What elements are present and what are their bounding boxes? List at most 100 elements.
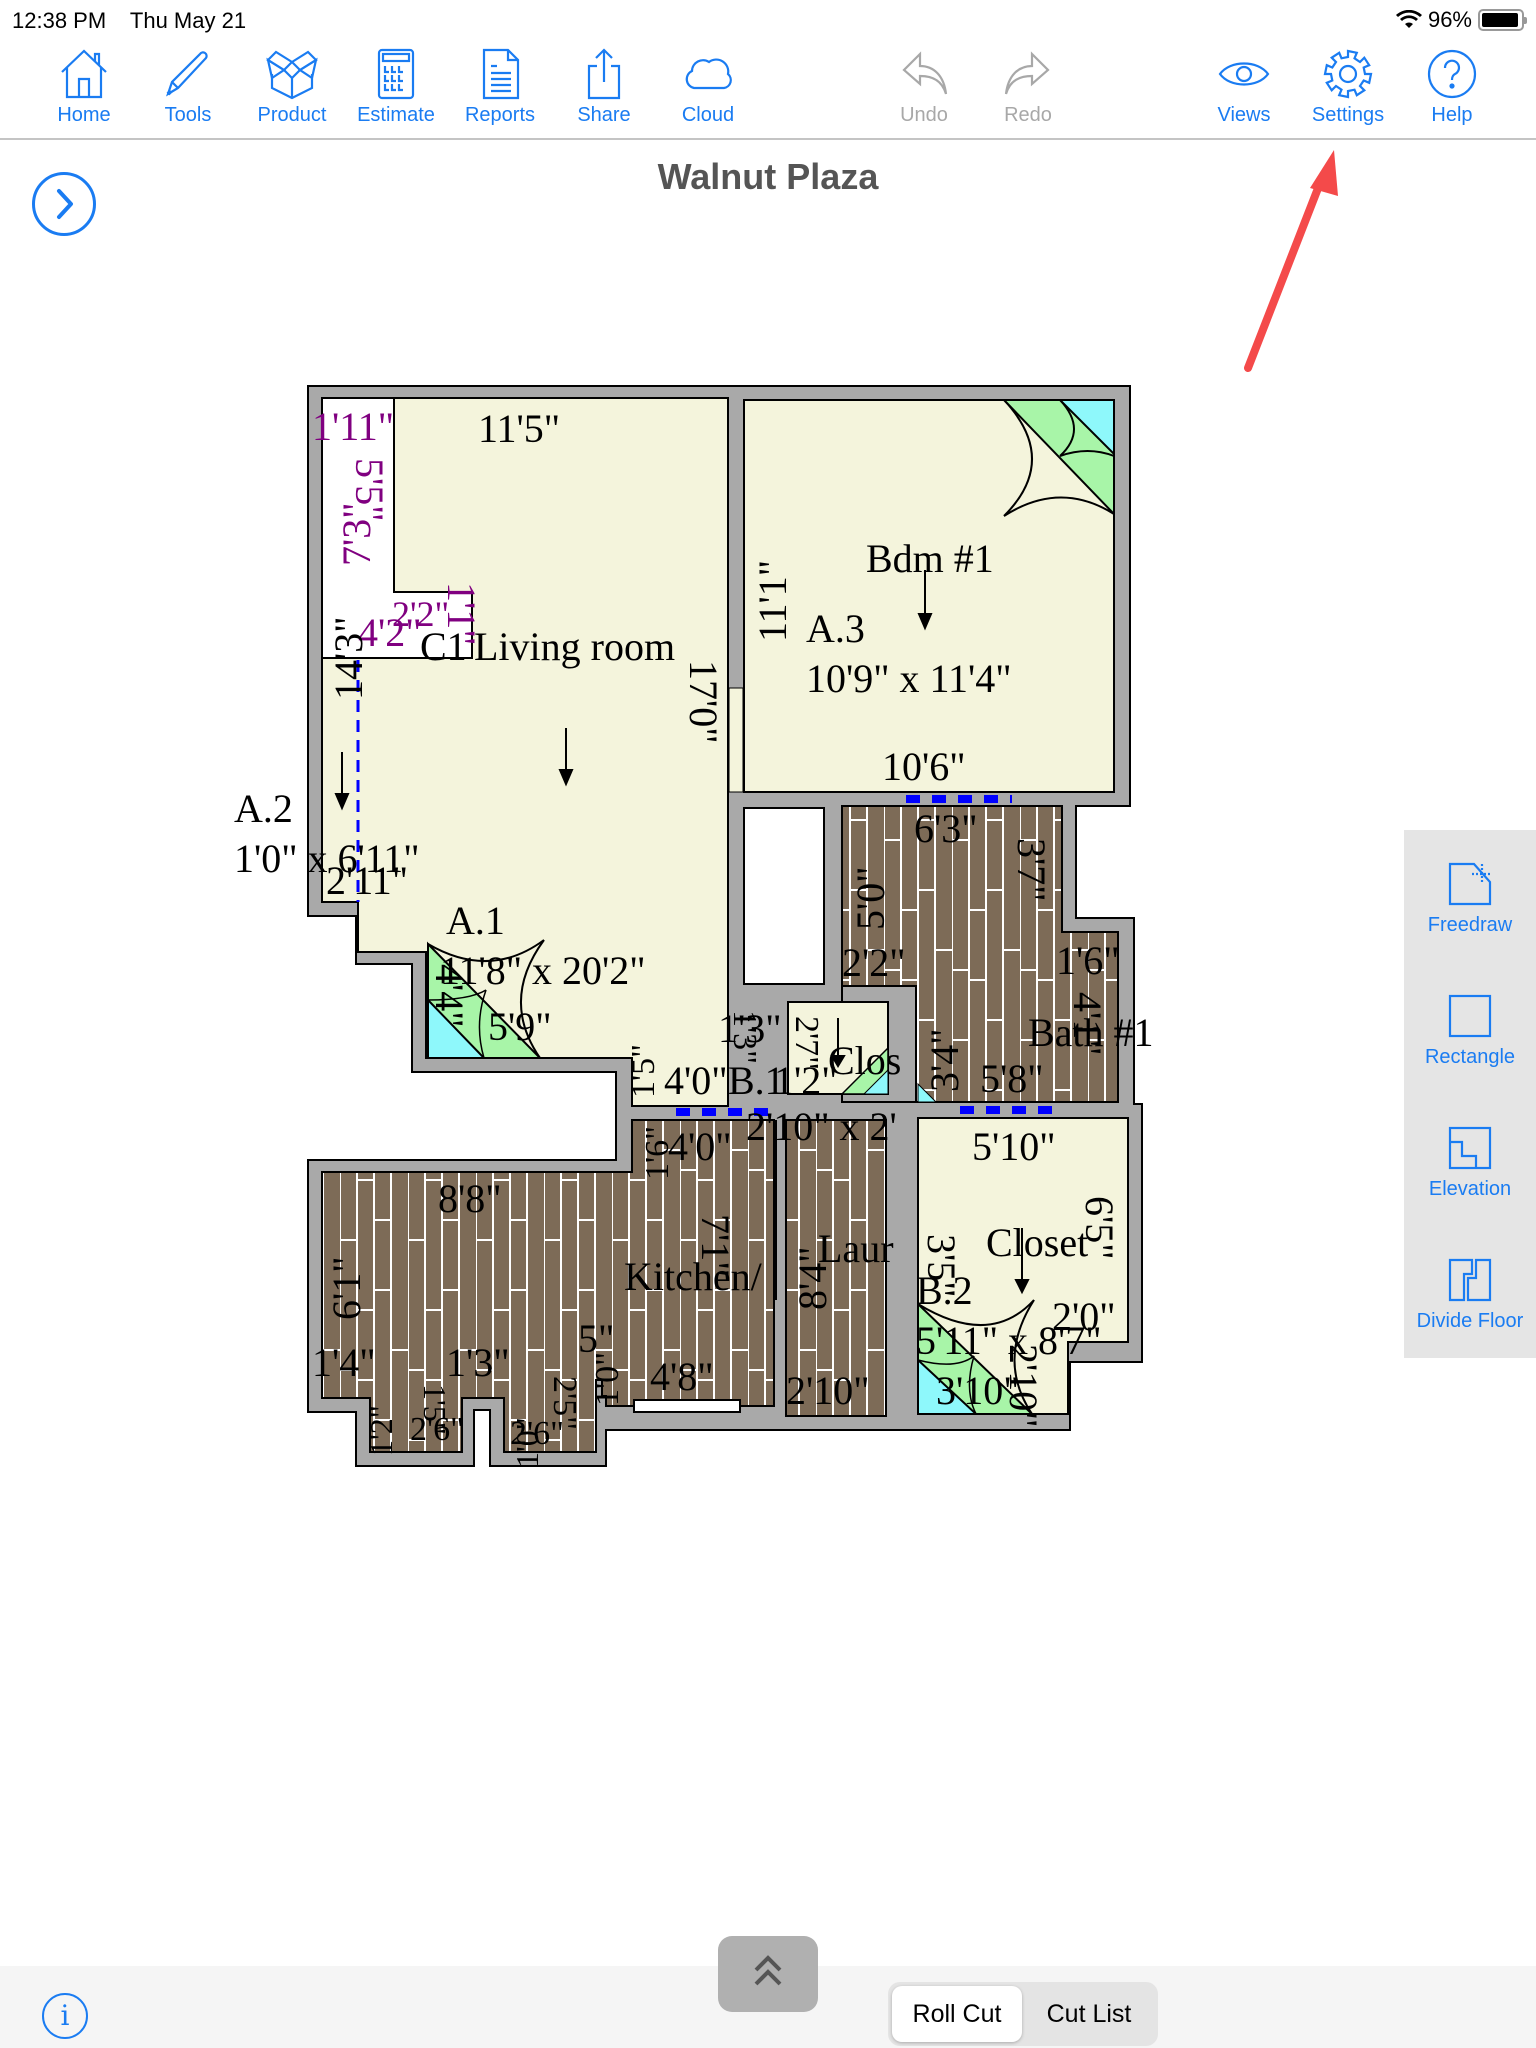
undo-label: Undo (900, 104, 948, 126)
room-name-bedroom: Bdm #1 (866, 536, 994, 581)
redo-label: Redo (1004, 104, 1052, 126)
dim-1-6: 1'6" (1056, 938, 1120, 983)
main-toolbar: Home Tools Product Estimate Reports Shar… (0, 40, 1536, 140)
dim-1-5: 1'5" (625, 1044, 662, 1098)
segment-cut-list[interactable]: Cut List (1024, 1986, 1154, 2042)
view-segmented-control: Roll Cut Cut List (888, 1982, 1158, 2046)
dim-2-5: 2'5" (546, 1376, 583, 1430)
dim-2-10: 2'10" (786, 1368, 870, 1413)
pencil-icon (166, 51, 208, 97)
views-button[interactable]: Views (1194, 48, 1294, 127)
estimate-label: Estimate (357, 104, 435, 126)
room-code-a1: A.1 (446, 898, 505, 943)
dim-5-9: 5'9" (488, 1004, 552, 1049)
kitchen-counter (633, 1399, 741, 1413)
help-button[interactable]: Help (1402, 48, 1502, 127)
rectangle-icon (1448, 994, 1492, 1038)
tools-button[interactable]: Tools (138, 48, 238, 127)
freedraw-tool[interactable]: Freedraw (1404, 860, 1536, 937)
cloud-label: Cloud (681, 104, 735, 126)
bedroom-floor[interactable] (743, 399, 1115, 793)
info-button[interactable]: i (42, 1993, 88, 2039)
undo-button[interactable]: Undo (874, 48, 974, 127)
dim-1-4: 1'4" (312, 1340, 376, 1385)
rectangle-tool[interactable]: Rectangle (1404, 992, 1536, 1069)
room-size-a3: 10'9" x 11'4" (806, 656, 1012, 701)
room-name-kitchen: Kitchen/ (624, 1254, 763, 1299)
battery-icon (1478, 9, 1527, 31)
home-icon (61, 49, 107, 99)
room-name-bath: Bath #1 (1028, 1010, 1154, 1055)
dim-1-5b: 1'5" (417, 1384, 453, 1435)
home-label: Home (57, 104, 111, 126)
cloud-icon (685, 58, 732, 90)
redo-icon (1004, 51, 1050, 95)
pull-up-handle[interactable] (718, 1936, 818, 2012)
dim-1-3-rot: 1'3" (726, 1010, 763, 1064)
status-date: Thu May 21 (129, 8, 247, 33)
battery-percent: 96% (1427, 7, 1472, 32)
views-label: Views (1217, 104, 1271, 126)
box-icon (266, 50, 318, 100)
dim-6-3: 6'3" (914, 806, 978, 851)
share-icon (587, 48, 621, 100)
dim-10-6: 10'6" (882, 744, 966, 789)
floor-plan-canvas[interactable]: 1'11" 11'5" 5'5" 7'3" 2'2" 4'2" 1'1" C1 … (0, 0, 1536, 2048)
tools-label: Tools (164, 104, 212, 126)
divide-floor-tool[interactable]: Divide Floor (1404, 1256, 1536, 1333)
dim-3-4: 3'4" (922, 1028, 967, 1092)
room-name-closet: Closet (986, 1220, 1088, 1265)
room-size-b1: 2'10" x 2' (746, 1104, 897, 1149)
reports-label: Reports (464, 104, 536, 126)
calculator-icon (377, 48, 415, 100)
page-title: Walnut Plaza (657, 156, 879, 197)
dim-1-0: 1'0" (589, 1352, 626, 1406)
freedraw-label: Freedraw (1427, 914, 1513, 936)
home-button[interactable]: Home (34, 48, 134, 127)
redo-button[interactable]: Redo (978, 48, 1078, 127)
estimate-button[interactable]: Estimate (346, 48, 446, 127)
label-c1: C1 (420, 624, 467, 669)
dim-2-11: 2'11" (326, 858, 408, 903)
dim-4-4: 4'4" (427, 964, 472, 1028)
dim-5-8: 5'8" (980, 1056, 1044, 1101)
room-name-clos: Clos (828, 1038, 901, 1083)
void-area (743, 807, 825, 985)
product-label: Product (257, 104, 327, 126)
share-button[interactable]: Share (554, 48, 654, 127)
doorway-living-bedroom (728, 687, 744, 793)
room-code-a3: A.3 (806, 606, 865, 651)
dim-6-5: 6'5" (1077, 1196, 1122, 1260)
cloud-button[interactable]: Cloud (658, 48, 758, 127)
reports-button[interactable]: Reports (450, 48, 550, 127)
dim-14-3: 14'3" (326, 616, 371, 700)
document-icon (482, 48, 520, 100)
dim-1-11: 1'11" (312, 404, 394, 449)
dim-11-1: 11'1" (750, 560, 795, 642)
help-icon (1427, 49, 1477, 99)
segment-roll-cut[interactable]: Roll Cut (892, 1986, 1022, 2042)
product-button[interactable]: Product (242, 48, 342, 127)
dim-2-10b: 2'10" (1001, 1344, 1046, 1428)
dim-11-5: 11'5" (478, 406, 560, 451)
drawing-tool-panel: Freedraw Rectangle Elevation Divide Floo… (1404, 830, 1536, 1358)
divide-floor-icon (1448, 1258, 1492, 1302)
freedraw-icon (1448, 862, 1492, 906)
settings-label: Settings (1311, 104, 1385, 126)
dim-6-1: 6'1" (324, 1256, 369, 1320)
dim-4-8: 4'8" (650, 1354, 714, 1399)
dim-2-7: 2'7" (788, 1016, 825, 1070)
dim-7-3: 7'3" (334, 502, 379, 566)
room-name-living: Living room (474, 624, 675, 669)
settings-button[interactable]: Settings (1298, 48, 1398, 127)
status-bar: 12:38 PM Thu May 21 96% (0, 0, 1536, 40)
chevron-right-icon (57, 189, 73, 219)
elevation-tool[interactable]: Elevation (1404, 1124, 1536, 1201)
dim-3-7: 3'7" (1009, 838, 1054, 902)
expand-panel-button[interactable] (32, 172, 96, 236)
dim-4-0a: 4'0" (664, 1058, 728, 1103)
dim-1-2b: 1'2" (363, 1405, 399, 1456)
dim-8-4: 8'4" (790, 1246, 835, 1310)
dim-1-3b: 1'3" (446, 1340, 510, 1385)
room-code-b2: B.2 (916, 1268, 973, 1313)
